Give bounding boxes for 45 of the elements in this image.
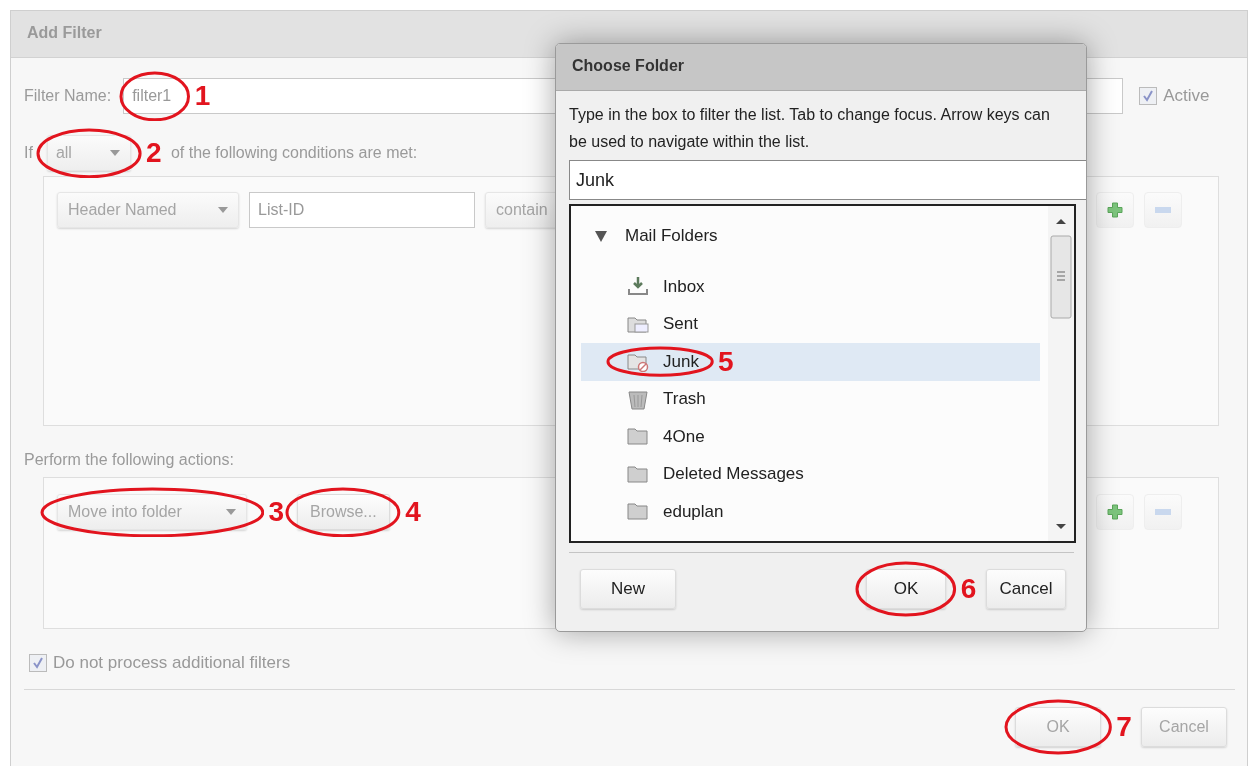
tree-item[interactable]: Sent [581,305,1040,343]
tree-item[interactable]: Deleted Messages [581,455,1040,493]
folder-icon [627,501,649,523]
annotation-number: 1 [194,79,211,113]
annotation-ellipse [119,70,191,122]
caret-icon [109,150,120,156]
cancel-button[interactable]: Cancel [986,569,1066,609]
caret-icon [218,207,228,213]
tree-item[interactable]: 4One [581,418,1040,456]
folder-icon [627,351,649,373]
remove-button[interactable] [1144,494,1182,530]
annotation-number: 6 [960,572,977,606]
remove-button[interactable] [1144,192,1182,228]
tree-item[interactable]: Mail Folders [581,218,1040,268]
search-field[interactable]: Junk [569,160,1086,200]
tree-item[interactable]: eduplan [581,493,1040,531]
annotation-number: 5 [718,344,734,379]
checkbox-label: Active [1163,86,1210,106]
checkbox-label: Do not process additional filters [53,653,291,673]
checkbox[interactable] [1139,87,1158,105]
match-label: If [24,144,33,162]
caret-icon [226,509,236,515]
plus-icon [1107,202,1123,218]
add-button[interactable] [1096,192,1134,228]
add-button[interactable] [1096,494,1134,530]
checkbox[interactable] [29,654,47,672]
tree-item[interactable]: Inbox [581,268,1040,306]
tree-item[interactable]: Trash [581,380,1040,418]
minus-icon [1155,509,1171,515]
new-button[interactable]: New [580,569,676,609]
field-label: Filter Name: [24,87,112,105]
dialog-title: Choose Folder [556,44,1086,91]
instructions-text: Type in the box to filter the list. Tab to change focus. Arrow keys can be used to navigate within the list. [569,105,1051,152]
minus-icon [1155,207,1171,213]
download-icon [627,276,649,298]
trash-icon [627,388,649,410]
match-label: of the following conditions are met: [170,144,418,162]
annotation-number: 2 [145,136,162,170]
annotation-number: 4 [405,495,421,529]
ok-button[interactable]: OK [866,569,946,609]
folder-icon [627,463,649,485]
section-label: Perform the following actions: [24,451,235,469]
plus-icon [1107,504,1123,520]
annotation-number: 7 [1116,710,1132,744]
annotation-number: 3 [268,495,284,529]
